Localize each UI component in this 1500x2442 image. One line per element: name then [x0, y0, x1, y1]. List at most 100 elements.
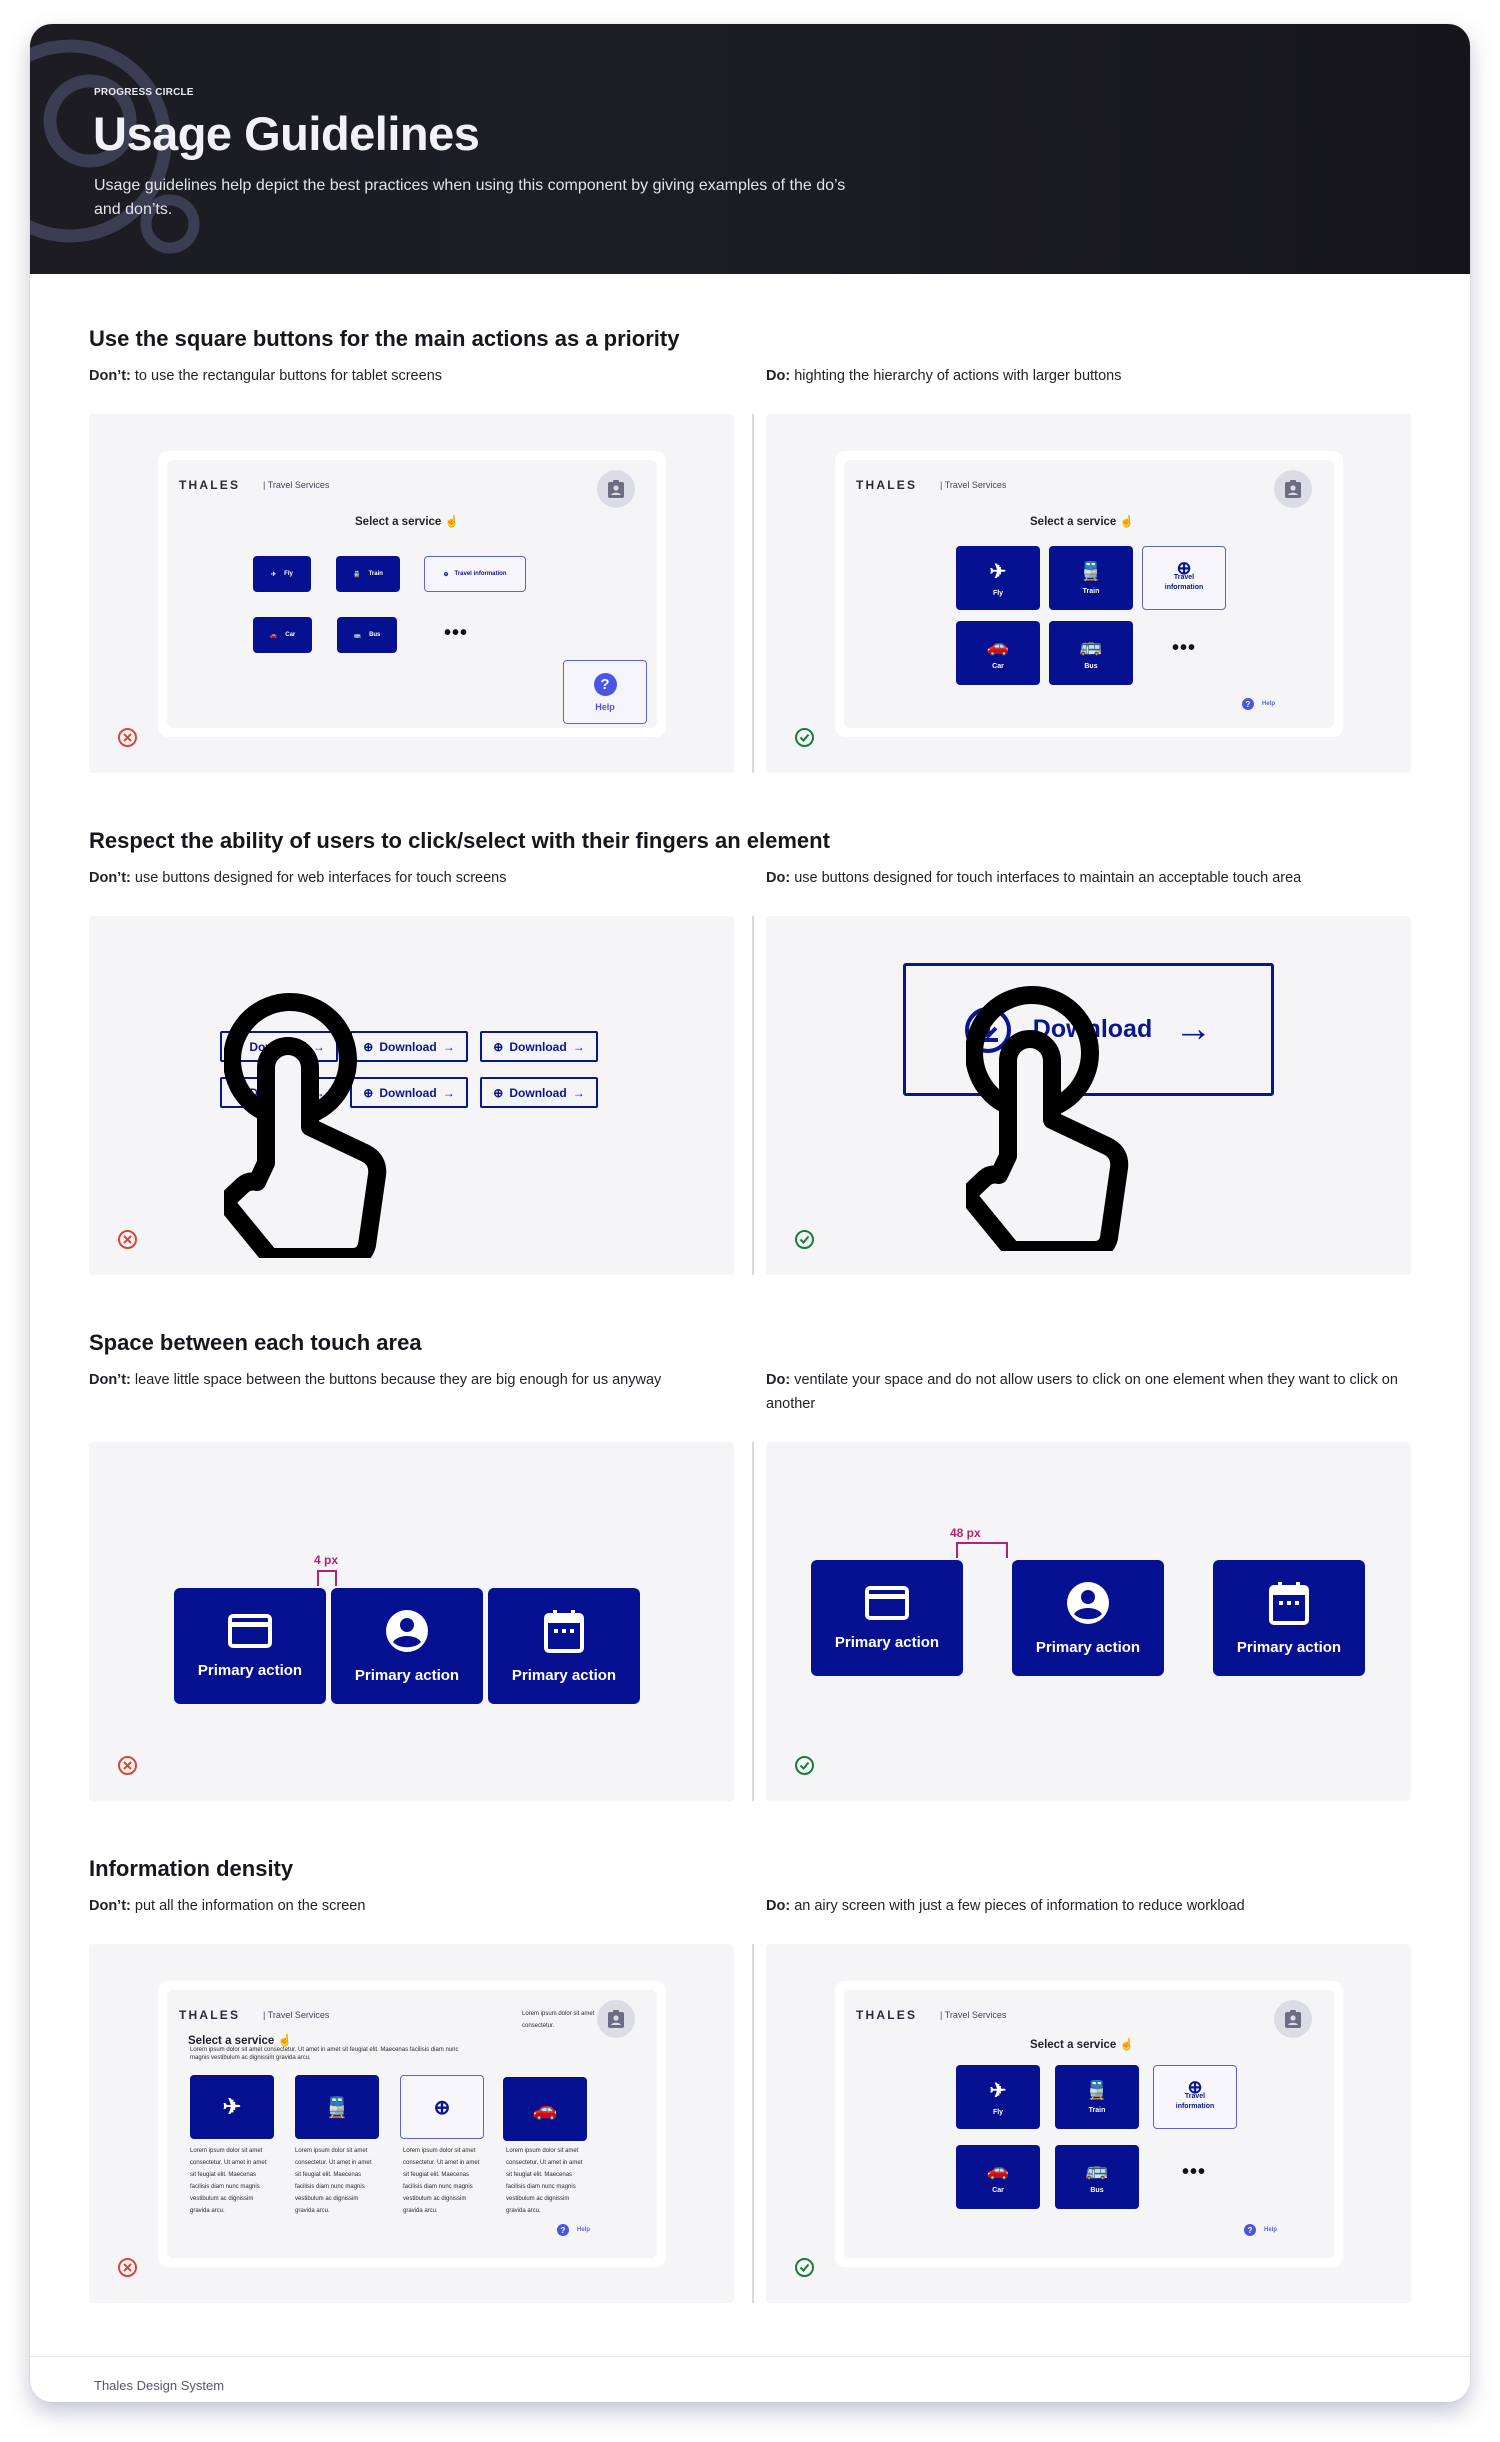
service-button-travel-information[interactable]: ⊕ — [400, 2075, 484, 2139]
globe-search-icon: ⊕ — [1176, 558, 1192, 578]
column-divider — [752, 1442, 754, 1801]
bus-icon: 🚌 — [353, 632, 362, 639]
help-button[interactable]: ? Help — [1244, 2224, 1277, 2236]
hand-pointer-icon — [224, 993, 387, 1258]
section-title-spacing: Space between each touch area — [89, 1330, 422, 1355]
thales-logo: THALES — [856, 478, 918, 492]
download-button-small[interactable]: ⊕Download→ — [480, 1031, 598, 1062]
help-icon: ? — [1242, 698, 1254, 710]
service-button-train[interactable]: 🚆 Train — [1049, 546, 1133, 610]
footer-text: Thales Design System — [94, 2378, 225, 2393]
download-icon: ⊕ — [493, 1085, 504, 1100]
car-icon: 🚗 — [986, 636, 1010, 656]
brand-subtitle: | Travel Services — [940, 480, 1007, 490]
account-icon — [386, 1609, 428, 1652]
service-button-travel-information[interactable]: ⊕ Travel information — [1153, 2065, 1237, 2129]
primary-action-button[interactable]: Primary action — [811, 1560, 963, 1676]
page-subtitle: Usage guidelines help depict the best pr… — [94, 177, 846, 218]
train-icon: 🚆 — [324, 2096, 350, 2119]
service-button-train[interactable]: 🚆 — [295, 2075, 379, 2139]
brand-subtitle: | Travel Services — [263, 2010, 330, 2020]
car-icon: 🚗 — [986, 2160, 1010, 2180]
footer-divider — [30, 2356, 1470, 2357]
service-button-car[interactable]: 🚗 Car — [956, 2145, 1040, 2209]
service-button-travel-information[interactable]: ⊕ Travel information — [424, 556, 526, 592]
service-button-car[interactable]: 🚗 Car — [956, 621, 1040, 685]
select-service-title: Select a service ☝ — [188, 2035, 292, 2047]
help-icon: ? — [1244, 2224, 1256, 2236]
help-icon: ? — [557, 2224, 569, 2236]
service-button-bus[interactable]: 🚌 Bus — [1049, 621, 1133, 685]
service-button-fly[interactable]: ✈ Fly — [956, 546, 1040, 610]
select-service-title: Select a service ☝ — [355, 516, 459, 528]
service-button-bus[interactable]: 🚌 Bus — [1055, 2145, 1139, 2209]
plane-icon: ✈ — [222, 2094, 242, 2119]
do-caption: Do: highting the hierarchy of actions wi… — [766, 368, 1122, 384]
more-options[interactable]: ••• — [1172, 637, 1196, 660]
tablet-mockup: THALES | Travel Services Select a servic… — [158, 451, 666, 737]
service-button-fly[interactable]: ✈ Fly — [956, 2065, 1040, 2129]
do-caption: Do: an airy screen with just a few piece… — [766, 1898, 1245, 1914]
arrow-right-icon: → — [1174, 1008, 1213, 1050]
arrow-right-icon: → — [572, 1039, 585, 1054]
profile-avatar[interactable] — [597, 2000, 635, 2038]
help-button[interactable]: ? Help — [563, 660, 647, 724]
gap-measure-label: 48 px — [950, 1526, 981, 1540]
eyebrow-label: PROGRESS CIRCLE — [94, 87, 194, 98]
service-button-car[interactable]: 🚗 Car — [253, 617, 312, 653]
help-button[interactable]: ? Help — [557, 2224, 590, 2236]
dont-caption: Don’t: use buttons designed for web inte… — [89, 870, 507, 886]
more-options[interactable]: ••• — [1182, 2161, 1206, 2184]
dont-example-panel: ⊕Download→ ⊕Download→ ⊕Download→ ⊕Downlo… — [89, 916, 734, 1275]
guidelines-card: PROGRESS CIRCLE Usage Guidelines Usage g… — [30, 24, 1470, 2402]
arrow-right-icon: → — [442, 1039, 455, 1054]
page: PROGRESS CIRCLE Usage Guidelines Usage g… — [0, 0, 1500, 2442]
profile-avatar[interactable] — [1274, 470, 1312, 508]
bus-icon: 🚌 — [1079, 636, 1103, 656]
calendar-icon — [544, 1609, 584, 1653]
help-icon: ? — [593, 672, 617, 696]
tablet-mockup: THALES | Travel Services Lorem ipsum dol… — [158, 1981, 666, 2267]
do-example-panel: THALES | Travel Services Select a servic… — [766, 414, 1411, 773]
profile-avatar[interactable] — [1274, 2000, 1312, 2038]
service-button-fly[interactable]: ✈ — [190, 2075, 274, 2139]
do-check-icon — [795, 2258, 814, 2277]
hero-header: PROGRESS CIRCLE Usage Guidelines Usage g… — [30, 24, 1470, 274]
dont-example-panel: THALES | Travel Services Lorem ipsum dol… — [89, 1944, 734, 2303]
primary-action-button[interactable]: Primary action — [1012, 1560, 1164, 1676]
primary-action-button[interactable]: Primary action — [488, 1588, 640, 1704]
download-button-small[interactable]: ⊕Download→ — [480, 1077, 598, 1108]
gap-measure-bracket — [956, 1542, 1008, 1558]
primary-action-button[interactable]: Primary action — [1213, 1560, 1365, 1676]
service-button-fly[interactable]: ✈ Fly — [253, 556, 311, 592]
profile-avatar[interactable] — [597, 470, 635, 508]
badge-icon — [1285, 480, 1301, 498]
dont-example-panel: 4 px Primary action Primary action Prima… — [89, 1442, 734, 1801]
service-button-travel-information[interactable]: ⊕ Travel information — [1142, 546, 1226, 610]
do-check-icon — [795, 1230, 814, 1249]
service-button-car[interactable]: 🚗 — [503, 2077, 587, 2141]
service-button-train[interactable]: 🚆 Train — [1055, 2065, 1139, 2129]
dont-x-icon — [118, 728, 137, 747]
gap-measure-label: 4 px — [314, 1553, 339, 1567]
primary-action-button[interactable]: Primary action — [174, 1588, 326, 1704]
plane-icon: ✈ — [989, 561, 1007, 583]
column-divider — [752, 414, 754, 773]
service-button-train[interactable]: 🚆 Train — [336, 556, 400, 592]
brand-subtitle: | Travel Services — [263, 480, 330, 490]
account-icon — [1067, 1581, 1109, 1624]
primary-action-button[interactable]: Primary action — [331, 1588, 483, 1704]
arrow-right-icon: → — [572, 1085, 585, 1100]
dont-x-icon — [118, 1756, 137, 1775]
thales-logo: THALES — [179, 478, 241, 492]
help-button[interactable]: ? Help — [1242, 698, 1275, 710]
card-lorem-text: Lorem ipsum dolor sit amet consectetur. … — [403, 2148, 480, 2214]
card-lorem-text: Lorem ipsum dolor sit amet consectetur. … — [190, 2148, 267, 2214]
section-title-touch-target: Respect the ability of users to click/se… — [89, 828, 830, 853]
service-button-bus[interactable]: 🚌 Bus — [337, 617, 397, 653]
globe-search-icon: ⊕ — [443, 571, 449, 578]
car-icon: 🚗 — [532, 2098, 558, 2121]
more-options[interactable]: ••• — [444, 622, 468, 645]
badge-icon — [608, 2010, 624, 2028]
do-caption: Do: ventilate your space and do not allo… — [766, 1372, 1398, 1412]
